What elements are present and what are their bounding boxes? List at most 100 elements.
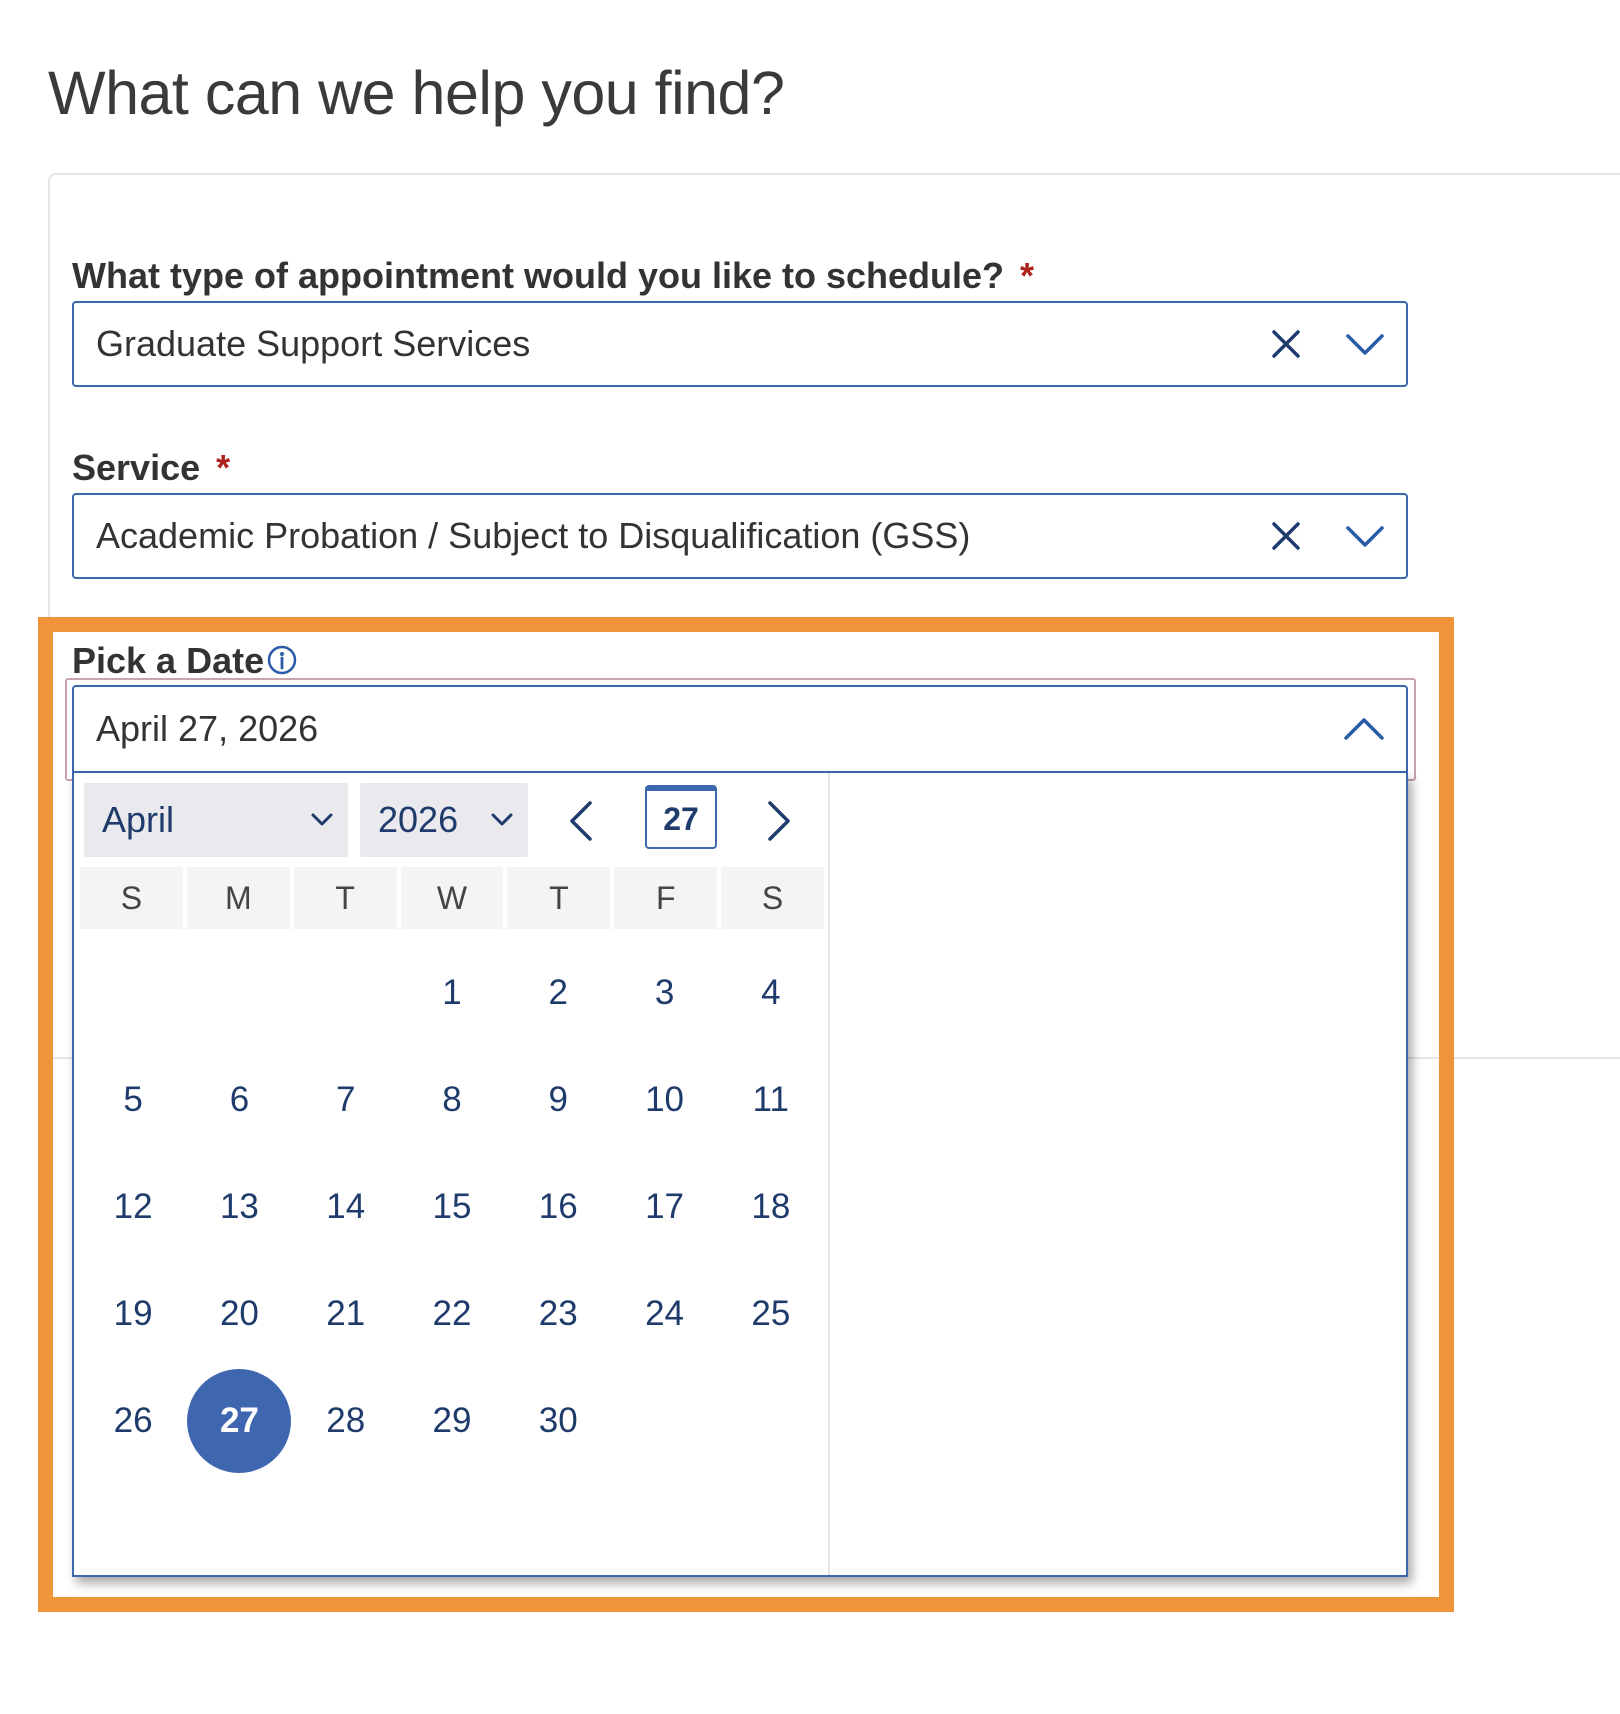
calendar-week: 19 20 21 22 23 24 25 [80,1260,824,1367]
day-cell[interactable]: 20 [186,1260,292,1367]
day-cell[interactable]: 17 [611,1153,717,1260]
today-button[interactable]: 27 [645,785,717,849]
appointment-type-label: What type of appointment would you like … [72,255,1034,297]
day-cell[interactable]: 1 [399,939,505,1046]
day-cell[interactable]: 16 [505,1153,611,1260]
date-input[interactable]: April 27, 2026 [72,685,1408,773]
empty-day-cell [80,939,186,1046]
chevron-up-icon[interactable] [1342,709,1386,749]
day-cell[interactable]: 29 [399,1367,505,1474]
day-cell[interactable]: 4 [718,939,824,1046]
day-cell[interactable]: 21 [293,1260,399,1367]
page-title: What can we help you find? [48,59,785,127]
calendar-week: 26 27 28 29 30 [80,1367,824,1474]
day-cell[interactable]: 2 [505,939,611,1046]
day-cell[interactable]: 19 [80,1260,186,1367]
day-number: 9 [548,1079,568,1119]
day-number: 3 [654,972,675,1012]
year-select[interactable]: 2026 [360,783,528,857]
weekday-label: T [507,867,611,929]
calendar-week: 12 13 14 15 16 17 18 [80,1153,824,1260]
chevron-left-icon[interactable] [564,799,600,843]
day-cell[interactable]: 18 [718,1153,824,1260]
calendar-panel: April 2026 27 S M T W T F S 1 2 3 4 5 6 … [74,773,830,1575]
day-number: 25 [751,1293,791,1333]
weekday-label: S [721,867,825,929]
close-icon[interactable] [1268,326,1304,362]
appointment-type-label-text: What type of appointment would you like … [72,255,1005,296]
day-number: 30 [538,1400,578,1440]
chevron-right-icon[interactable] [760,799,796,843]
date-value: April 27, 2026 [96,708,319,749]
day-number: 4 [761,972,781,1012]
day-number: 24 [645,1293,685,1333]
day-cell[interactable]: 12 [80,1153,186,1260]
day-cell[interactable]: 22 [399,1260,505,1367]
appointment-type-value: Graduate Support Services [96,323,531,364]
day-number: 29 [432,1400,472,1440]
day-cell[interactable]: 5 [80,1046,186,1153]
calendar-week: 5 6 7 8 9 10 11 [80,1046,824,1153]
day-number: 5 [123,1079,143,1119]
today-label: 27 [663,801,699,837]
service-select[interactable]: Academic Probation / Subject to Disquali… [72,493,1408,579]
day-cell[interactable]: 24 [611,1260,717,1367]
day-cell[interactable]: 6 [186,1046,292,1153]
day-cell[interactable]: 14 [293,1153,399,1260]
day-number: 6 [229,1079,250,1119]
date-label: Pick a Date [72,640,298,682]
chevron-down-icon[interactable] [1344,516,1386,556]
day-number: 19 [113,1293,153,1333]
chevron-down-icon[interactable] [1344,324,1386,364]
date-label-text: Pick a Date [72,640,265,681]
calendar-week: 1 2 3 4 [80,939,824,1046]
day-cell[interactable]: 13 [186,1153,292,1260]
day-number: 28 [326,1400,366,1440]
weekday-label: S [80,867,183,929]
required-marker: * [1020,255,1035,296]
day-number: 21 [326,1293,366,1333]
weekday-label: F [614,867,718,929]
day-number: 17 [645,1186,685,1226]
day-cell[interactable]: 11 [718,1046,824,1153]
day-cell[interactable]: 23 [505,1260,611,1367]
service-label-text: Service [72,447,201,488]
day-number: 20 [219,1293,259,1333]
service-value: Academic Probation / Subject to Disquali… [96,515,971,556]
day-number: 23 [538,1293,578,1333]
day-grid: 1 2 3 4 5 6 7 8 9 10 11 12 13 14 15 16 17 18 19 20 21 22 23 24 2… [80,939,824,1474]
day-cell[interactable]: 9 [505,1046,611,1153]
info-icon[interactable] [266,643,298,675]
day-cell[interactable]: 7 [293,1046,399,1153]
day-cell[interactable]: 8 [399,1046,505,1153]
month-select[interactable]: April [84,783,348,857]
day-cell[interactable]: 3 [611,939,717,1046]
day-number: 18 [751,1186,791,1226]
day-cell[interactable]: 25 [718,1260,824,1367]
day-cell[interactable]: 26 [80,1367,186,1474]
day-number: 22 [432,1293,472,1333]
empty-day-cell [611,1367,717,1474]
empty-day-cell [186,939,292,1046]
day-number: 7 [335,1079,356,1119]
day-cell[interactable]: 30 [505,1367,611,1474]
day-number: 15 [432,1186,472,1226]
close-icon[interactable] [1268,518,1304,554]
appointment-type-select[interactable]: Graduate Support Services [72,301,1408,387]
day-cell[interactable]: 15 [399,1153,505,1260]
selected-day[interactable]: 27 [186,1367,292,1474]
day-cell[interactable]: 28 [293,1367,399,1474]
day-cell[interactable]: 10 [611,1046,717,1153]
weekday-header: S M T W T F S [80,867,825,929]
day-number: 2 [548,972,568,1012]
month-value: April [102,799,175,840]
required-marker: * [216,447,231,488]
day-number: 1 [442,972,462,1012]
day-number: 11 [752,1079,789,1119]
year-value: 2026 [378,799,459,840]
day-number: 27 [187,1368,292,1473]
empty-day-cell [718,1367,824,1474]
day-number: 14 [326,1186,366,1226]
day-number: 16 [538,1186,578,1226]
empty-day-cell [293,939,399,1046]
